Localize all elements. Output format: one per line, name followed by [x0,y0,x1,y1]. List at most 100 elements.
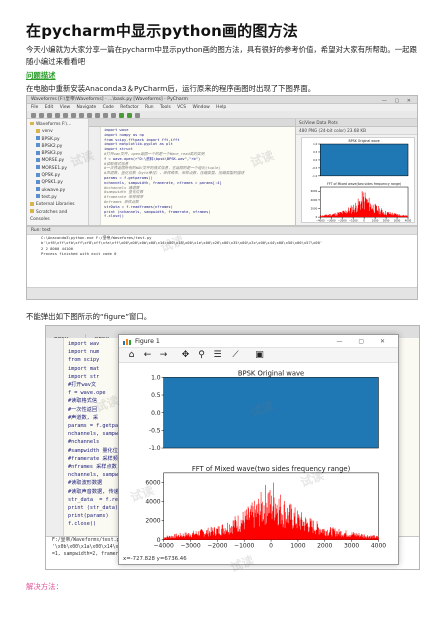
chart-title: FFT of Mixed wave(two sides frequency ra… [327,182,401,186]
status-bar [27,287,417,299]
sciview-tabs: SciView Data Plots [296,119,417,127]
project-tree-item[interactable]: BPSK2.py [30,143,86,150]
project-tree-item[interactable]: venv [30,128,86,135]
project-tree-item[interactable]: ukwave.py [30,187,86,194]
toolbar-icon[interactable] [95,112,100,118]
toolbar-icon[interactable] [135,112,140,118]
project-tree-item[interactable]: QPSK.py [30,172,86,179]
menu-item[interactable]: Window [192,105,209,110]
paragraph-2: 不能弹出如下图所示的“figure”窗口。 [26,312,152,321]
toolbar-icon[interactable] [63,112,68,118]
home-icon[interactable]: ⌂ [125,349,138,362]
y-tick-label: 0.5 [151,392,161,399]
project-tree-item[interactable]: MORSE1.py [30,165,86,172]
menu-item[interactable]: Help [216,105,226,110]
x-tick-label: 1000 [372,219,379,223]
x-tick-label: −3000 [180,543,200,550]
toolbar-icon[interactable] [119,112,124,118]
folder-icon [30,121,34,126]
project-tree-item[interactable]: Scratches and Consoles [30,209,86,224]
y-tick-label: 0.5 [313,150,317,154]
project-tree-item[interactable]: Waveforms F:\... [30,121,86,128]
zoom-icon[interactable]: ⚲ [195,349,208,362]
back-arrow-icon[interactable]: ← [141,349,154,362]
project-tree-label: BPSK.py [41,136,60,142]
toolbar-icon[interactable] [71,112,76,118]
solution-label: 解决方法： [26,582,63,591]
figure-window[interactable]: Figure 1 — ▢ ✕ ⌂ ← → ✥ ⚲ ☰ ⟋ ▣ BPSK Orig… [118,334,399,565]
menu-item[interactable]: VCS [177,105,186,110]
forward-arrow-icon[interactable]: → [157,349,170,362]
menu-item[interactable]: File [31,105,38,110]
folder-icon [30,202,34,206]
menu-item[interactable]: Refactor [120,105,138,110]
menu-item[interactable]: Tools [160,105,171,110]
y-tick-label: 1.0 [151,374,161,381]
article-title: 在pycharm中显示python画的图方法 [26,22,298,40]
project-tree-item[interactable]: BPSK3.py [30,150,86,157]
x-tick-label: −2000 [338,219,347,223]
y-tick-label: 1.0 [313,142,317,146]
toolbar-icon[interactable] [111,112,116,118]
menu-item[interactable]: Navigate [77,105,97,110]
y-tick-label: 6000 [311,189,318,193]
pan-icon[interactable]: ✥ [179,349,192,362]
menu-item[interactable]: View [60,105,70,110]
python-file-icon [36,187,40,192]
project-tree: Waveforms F:\... venv BPSK.py BPSK2.py BPSK3… [27,119,89,225]
x-tick-label: −1000 [234,543,254,550]
figure-screenshot: BPSK.pyQPSK.pyQPSK1.py import wavimport … [45,325,420,570]
toolbar-icon[interactable] [39,112,44,118]
paragraph-1: 在电脑中重新安装Anaconda3＆PyCharm后，运行原来的程序画图时出现了… [26,84,316,93]
toolbar-icon[interactable] [127,112,132,118]
python-file-icon [36,165,40,170]
chart-title: BPSK Original wave [238,369,304,377]
menu-item[interactable]: Run [145,105,153,110]
figure-window-controls-icon[interactable]: — ▢ ✕ [336,335,392,348]
window-titlebar: Waveforms [F:\皇帝\Waveforms] - ...\bask.p… [27,96,417,104]
menu-item[interactable]: Code [103,105,114,110]
y-tick-label: 6000 [145,480,160,487]
toolbar-icon[interactable] [103,112,108,118]
folder-icon [36,129,40,133]
project-tree-label: Waveforms F:\... [36,122,72,127]
sciview-panel: SciView Data Plots 480 PNG (24-bit color… [295,119,417,225]
code-editor[interactable]: import wave import numpy as np from scipy.… [89,127,295,225]
project-tree-label: QPSK.py [41,173,61,179]
y-tick-label: 0.0 [313,158,317,162]
python-file-icon [36,194,40,199]
run-header: Run: test [27,227,417,235]
y-tick-label: 2000 [145,518,160,525]
configure-subplots-icon[interactable]: ☰ [211,349,224,362]
cursor-readout: x=-727.828 y=6736.46 [123,556,187,562]
figure-canvas[interactable]: BPSK Original wave -1.0 -0.5 0.0 0.5 1.0 FFT o… [119,364,398,555]
project-tree-item[interactable]: BPSK.py [30,136,86,143]
toolbar-icon[interactable] [55,112,60,118]
toolbar-icon[interactable] [31,112,36,118]
python-file-icon [36,157,40,162]
project-tree-label: test.py [41,194,57,200]
python-file-icon [36,136,40,141]
x-tick-label: 2000 [383,219,390,223]
sciview-toolbar: 480 PNG (24-bit color) 23.68 KB [296,127,417,135]
article-intro: 今天小编就为大家分享一篇在pycharm中显示python画的图方法，具有很好的… [26,45,417,66]
toolbar-icon[interactable] [47,112,52,118]
x-tick-label: −2000 [207,543,227,550]
section-heading[interactable]: 问题描述 [26,70,56,81]
project-tree-item[interactable]: External Libraries [30,201,86,208]
python-file-icon [36,150,40,155]
python-file-icon [36,172,40,177]
ide-body: Waveforms F:\... venv BPSK.py BPSK2.py BPSK3… [27,119,417,225]
project-tree-item[interactable]: MORSE.py [30,157,86,164]
project-tree-item[interactable]: QPSK1.py [30,179,86,186]
menu-item[interactable]: Edit [45,105,54,110]
run-output: C:\Anaconda3\python.exe F:/皇帝/Waveforms/… [27,235,417,257]
toolbar-icon[interactable] [87,112,92,118]
edit-axes-icon[interactable]: ⟋ [229,349,242,362]
x-tick-label: −4000 [316,219,325,223]
x-tick-label: 0 [363,219,365,223]
save-icon[interactable]: ▣ [253,349,266,362]
project-tree-item[interactable]: test.py [30,194,86,201]
y-tick-label: 0 [316,215,318,219]
toolbar-icon[interactable] [79,112,84,118]
